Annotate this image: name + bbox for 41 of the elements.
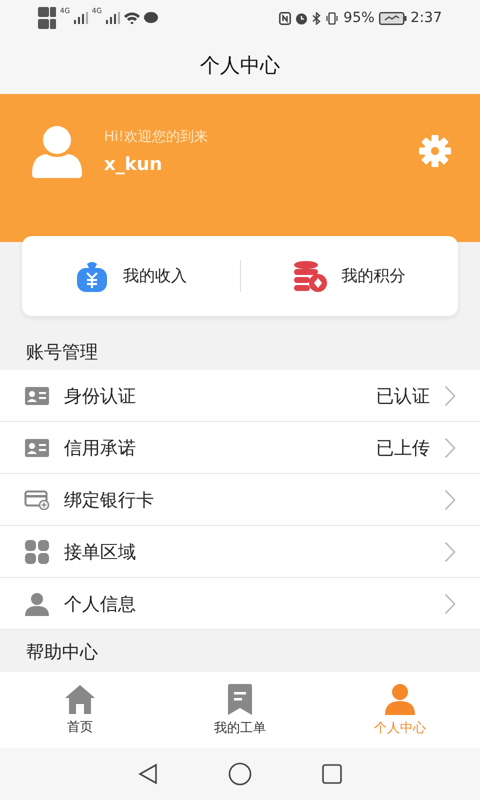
recents-icon[interactable]: [322, 764, 342, 784]
coins-icon: [293, 260, 328, 292]
bank-card-icon: [24, 490, 50, 510]
menu-row[interactable]: 个人信息: [0, 578, 480, 630]
wifi-icon: [124, 12, 140, 24]
menu-row[interactable]: 接单区域: [0, 526, 480, 578]
home-icon: [64, 684, 96, 714]
chevron-right-icon: [444, 540, 456, 562]
back-icon[interactable]: [138, 763, 158, 785]
person-icon: [24, 592, 50, 616]
shortcut-item[interactable]: 我的积分: [240, 252, 458, 300]
chevron-right-icon: [444, 384, 456, 406]
signal-icon: [106, 12, 120, 24]
tab[interactable]: 我的工单: [160, 672, 320, 748]
chevron-right-icon: [444, 488, 456, 510]
signal-icon: [74, 12, 88, 24]
home-button-icon[interactable]: [228, 762, 252, 786]
alarm-icon: [295, 12, 308, 24]
nfc-icon: [279, 12, 292, 24]
person-icon: [384, 683, 416, 715]
menu-row[interactable]: 身份认证 已认证: [0, 370, 480, 422]
grid-icon: [24, 538, 50, 564]
chevron-right-icon: [444, 436, 456, 458]
menu-row[interactable]: 信用承诺 已上传: [0, 422, 480, 474]
chevron-right-icon: [444, 592, 456, 614]
username: x_kun: [104, 154, 164, 174]
battery-percent: 95%: [343, 10, 375, 26]
id-card-icon: [24, 438, 50, 458]
menu-row[interactable]: 绑定银行卡: [0, 474, 480, 526]
id-card-icon: [24, 386, 50, 406]
greeting-text: Hi!欢迎您的到来: [104, 128, 210, 146]
bookmark-icon: [227, 683, 253, 715]
battery-icon: [378, 12, 407, 24]
avatar-icon: [30, 124, 84, 178]
money-bag-icon: [74, 260, 109, 292]
page-title: 个人中心: [200, 52, 280, 78]
clock-time: 2:37: [410, 10, 442, 26]
vibrate-icon: [325, 12, 340, 24]
bluetooth-icon: [312, 12, 322, 24]
tab[interactable]: 首页: [0, 672, 160, 748]
shortcut-item[interactable]: 我的收入: [22, 252, 240, 300]
